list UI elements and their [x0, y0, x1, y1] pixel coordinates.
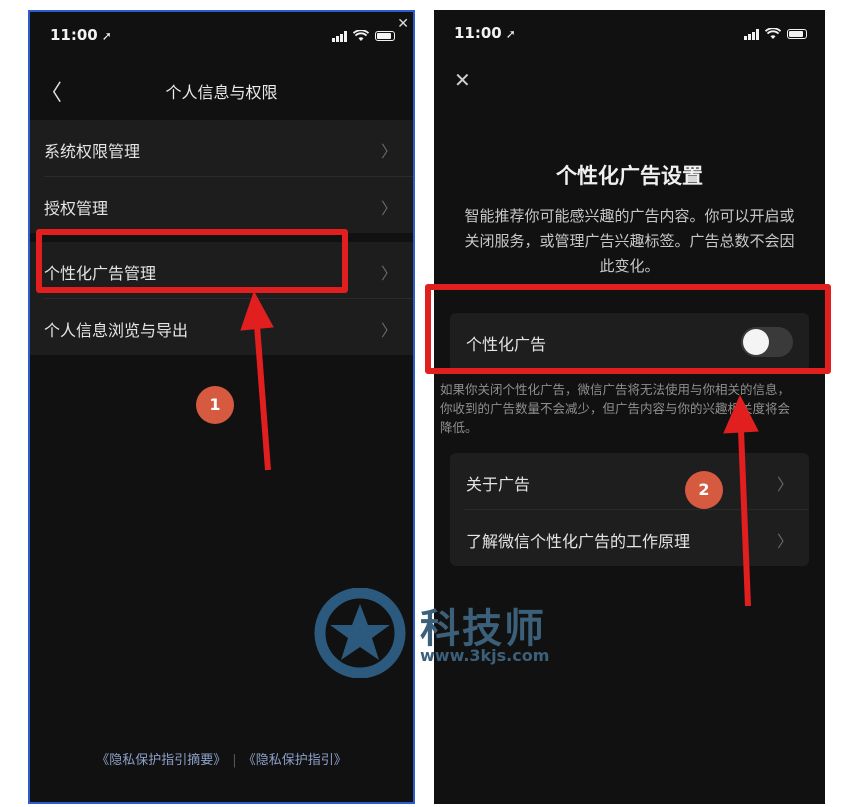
- menu-item-about-ads[interactable]: 关于广告 〉: [450, 453, 809, 509]
- battery-icon: [375, 31, 395, 41]
- chevron-right-icon: 〉: [380, 264, 397, 283]
- footer-links: 《隐私保护指引摘要》 | 《隐私保护指引》: [30, 749, 413, 768]
- chevron-right-icon: 〉: [380, 142, 397, 161]
- step-badge-2: 2: [685, 471, 723, 509]
- menu-item-label: 授权管理: [44, 199, 109, 218]
- ads-links-card: 关于广告 〉 了解微信个性化广告的工作原理 〉: [450, 453, 809, 566]
- menu-item-info-export[interactable]: 个人信息浏览与导出 〉: [30, 299, 413, 355]
- privacy-guide-link[interactable]: 《隐私保护指引》: [243, 753, 347, 768]
- nav-bar: 〈 个人信息与权限: [30, 67, 413, 111]
- menu-item-authorization[interactable]: 授权管理 〉: [30, 177, 413, 233]
- watermark-url: www.3kjs.com: [420, 646, 550, 665]
- chevron-right-icon: 〉: [776, 532, 793, 551]
- close-icon[interactable]: ✕: [454, 68, 471, 92]
- watermark: 科技师 www.3kjs.com: [312, 587, 592, 679]
- battery-icon: [787, 29, 807, 39]
- wifi-icon: [353, 30, 369, 41]
- signal-icon: [332, 30, 347, 42]
- location-icon: ➚: [505, 27, 516, 41]
- status-bar: 11:00 ➚ ✕: [30, 12, 413, 58]
- chevron-right-icon: 〉: [380, 321, 397, 340]
- status-time: 11:00 ➚: [454, 24, 516, 42]
- status-time: 11:00 ➚: [50, 26, 112, 44]
- right-phone-screen: 11:00 ➚ ✕ 个性化广告设置 智能推荐你可能感兴趣的广告内容。你可以开启或关…: [434, 10, 825, 804]
- page-description: 智能推荐你可能感兴趣的广告内容。你可以开启或关闭服务，或管理广告兴趣标签。广告总…: [464, 207, 795, 275]
- highlight-box-2: [425, 284, 831, 374]
- step-badge-1: 1: [196, 386, 234, 424]
- signal-icon: [744, 28, 759, 40]
- menu-item-how-ads-work[interactable]: 了解微信个性化广告的工作原理 〉: [450, 510, 809, 566]
- menu-item-label: 系统权限管理: [44, 142, 141, 161]
- privacy-summary-link[interactable]: 《隐私保护指引摘要》: [96, 753, 226, 768]
- menu-item-label: 个人信息浏览与导出: [44, 321, 189, 340]
- close-icon[interactable]: ✕: [397, 16, 409, 32]
- chevron-right-icon: 〉: [380, 199, 397, 218]
- watermark-logo-icon: [314, 587, 406, 679]
- page-title: 个性化广告设置: [556, 164, 703, 188]
- ads-note: 如果你关闭个性化广告，微信广告将无法使用与你相关的信息，你收到的广告数量不会减少…: [440, 382, 791, 435]
- menu-item-system-permissions[interactable]: 系统权限管理 〉: [30, 120, 413, 176]
- settings-group-1: 系统权限管理 〉 授权管理 〉: [30, 120, 413, 233]
- highlight-box-1: [36, 229, 348, 293]
- wifi-icon: [765, 28, 781, 39]
- page-title: 个人信息与权限: [165, 83, 278, 102]
- location-icon: ➚: [101, 29, 112, 43]
- status-bar: 11:00 ➚: [434, 10, 825, 56]
- menu-item-label: 关于广告: [466, 475, 531, 494]
- chevron-right-icon: 〉: [776, 475, 793, 494]
- footer-separator: |: [232, 753, 237, 768]
- menu-item-label: 了解微信个性化广告的工作原理: [466, 532, 691, 551]
